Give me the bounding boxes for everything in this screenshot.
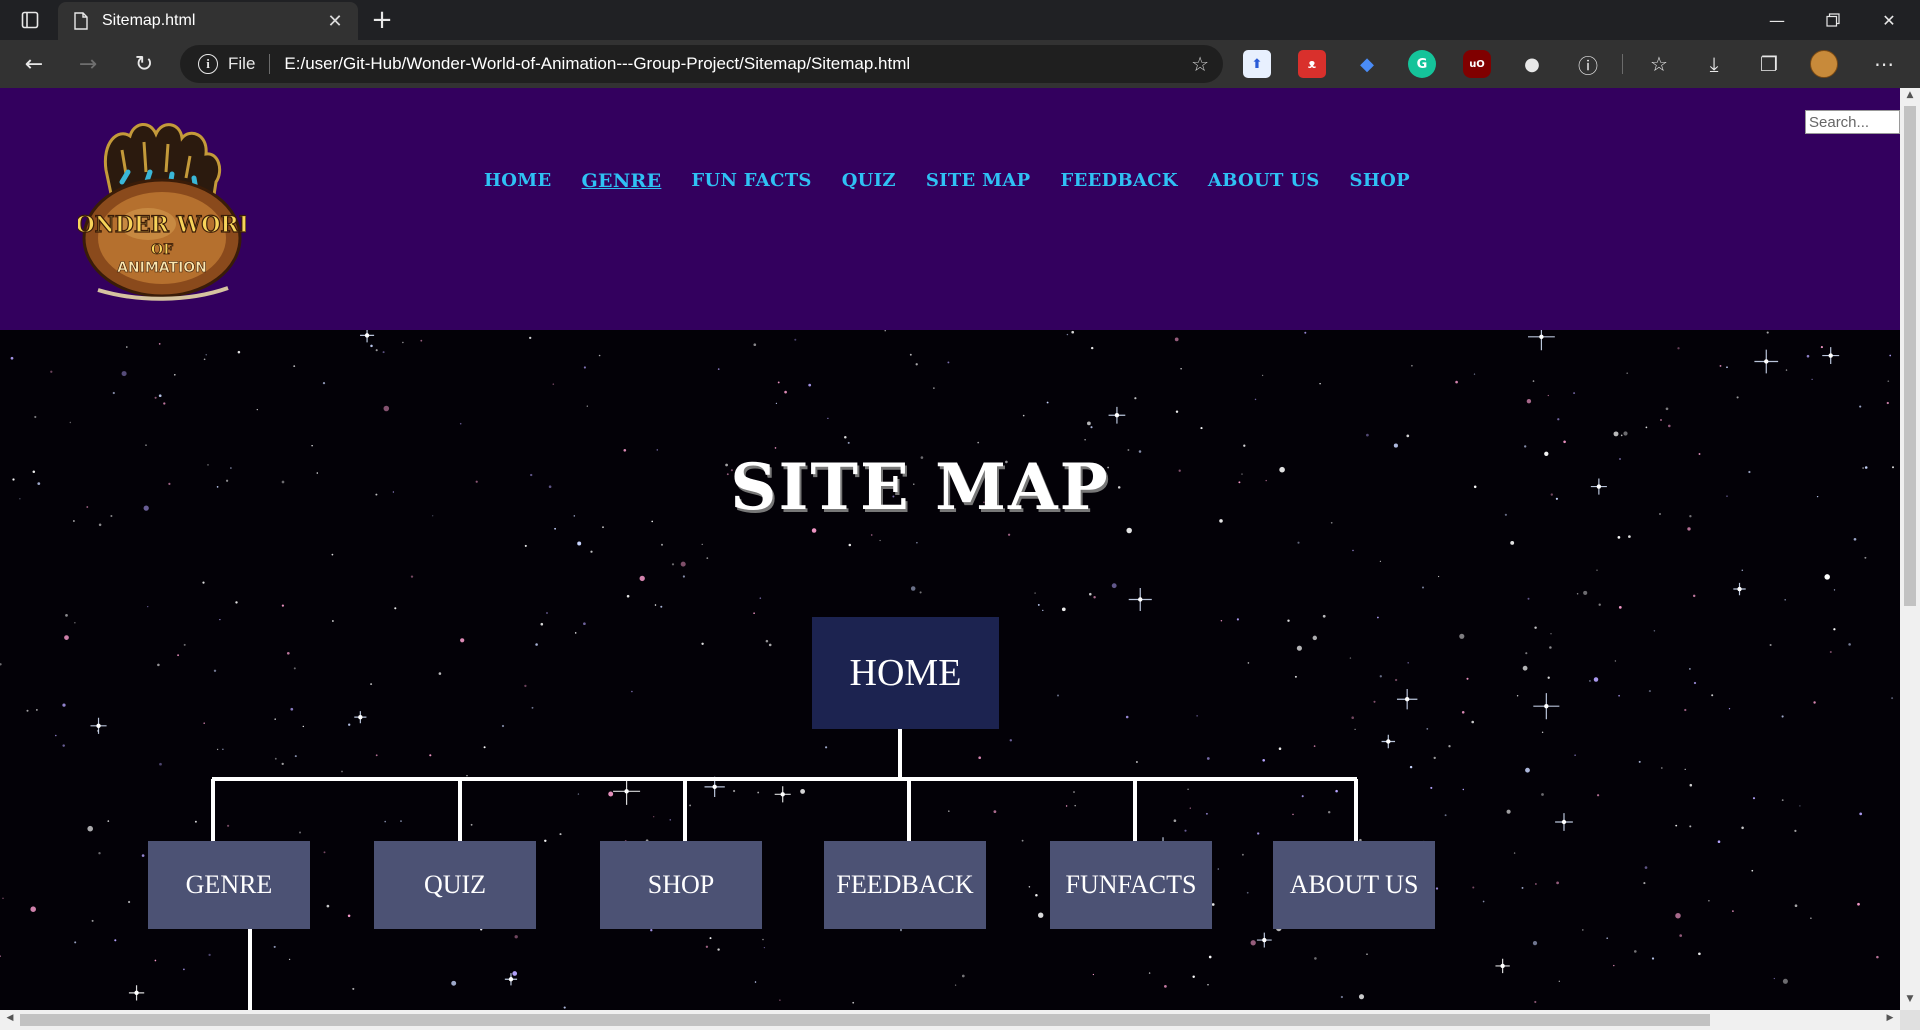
vertical-scroll-thumb[interactable] bbox=[1904, 106, 1916, 606]
sitemap-node-shop[interactable]: SHOP bbox=[600, 841, 762, 929]
ublock-extension-icon[interactable]: uO bbox=[1463, 50, 1491, 78]
nav-about-us-link[interactable]: ABOUT US bbox=[1208, 170, 1320, 192]
downloads-icon[interactable]: ⤓ bbox=[1698, 48, 1730, 80]
browser-toolbar: ← → ↻ i File E:/user/Git-Hub/Wonder-Worl… bbox=[0, 40, 1920, 88]
horizontal-scroll-thumb[interactable] bbox=[20, 1014, 1710, 1026]
close-tab-icon[interactable]: ✕ bbox=[324, 11, 346, 32]
vertical-scrollbar[interactable]: ▲ ▼ bbox=[1900, 88, 1920, 1010]
scheme-label: File bbox=[228, 54, 256, 73]
sitemap-node-genre[interactable]: GENRE bbox=[148, 841, 310, 929]
back-icon[interactable]: ← bbox=[18, 48, 50, 80]
file-icon bbox=[74, 12, 88, 30]
nav-fun-facts-link[interactable]: FUN FACTS bbox=[691, 170, 811, 192]
url-text[interactable]: E:/user/Git-Hub/Wonder-World-of-Animatio… bbox=[284, 54, 1191, 74]
forward-icon[interactable]: → bbox=[72, 48, 104, 80]
blue-extension-icon[interactable]: ◆ bbox=[1353, 50, 1381, 78]
nav-site-map-link[interactable]: SITE MAP bbox=[926, 170, 1031, 192]
site-header: WONDER WORLD OF ANIMATION HOME GENRE FUN… bbox=[0, 88, 1900, 330]
collections-icon[interactable]: ❐ bbox=[1753, 48, 1785, 80]
browser-tab-bar: Sitemap.html ✕ + — ✕ bbox=[0, 0, 1920, 40]
minimize-icon[interactable]: — bbox=[1750, 0, 1804, 40]
sitemap-node-quiz[interactable]: QUIZ bbox=[374, 841, 536, 929]
favorites-icon[interactable]: ☆ bbox=[1643, 48, 1675, 80]
starfield-section: SITE MAP HOME GENRE QUIZ SHOP FEEDBACK F… bbox=[0, 330, 1900, 1010]
sitemap-node-home[interactable]: HOME bbox=[812, 617, 999, 729]
browser-tab[interactable]: Sitemap.html ✕ bbox=[58, 2, 358, 40]
grammarly-extension-icon[interactable]: G bbox=[1408, 50, 1436, 78]
github-extension-icon[interactable]: ● bbox=[1518, 50, 1546, 78]
logo-text-line-2: OF bbox=[151, 242, 173, 258]
horizontal-scrollbar[interactable]: ◀ ▶ bbox=[0, 1010, 1900, 1030]
logo-text-line-1: WONDER WORLD bbox=[78, 212, 246, 238]
logo-text-line-3: ANIMATION bbox=[117, 260, 207, 276]
info-circle-icon[interactable]: ⓘ bbox=[1572, 48, 1604, 80]
nav-genre-link[interactable]: GENRE bbox=[582, 170, 662, 192]
site-logo[interactable]: WONDER WORLD OF ANIMATION bbox=[78, 112, 246, 302]
add-favorite-icon[interactable]: ☆ bbox=[1191, 52, 1209, 76]
sitemap-node-feedback[interactable]: FEEDBACK bbox=[824, 841, 986, 929]
main-nav: HOME GENRE FUN FACTS QUIZ SITE MAP FEEDB… bbox=[484, 170, 1440, 192]
close-window-icon[interactable]: ✕ bbox=[1862, 0, 1916, 40]
red-extension-icon[interactable]: ᴥ bbox=[1298, 50, 1326, 78]
more-menu-icon[interactable]: ⋯ bbox=[1868, 48, 1900, 80]
upload-extension-icon[interactable]: ⬆ bbox=[1243, 50, 1271, 78]
nav-home-link[interactable]: HOME bbox=[484, 170, 552, 192]
refresh-icon[interactable]: ↻ bbox=[128, 48, 160, 80]
new-tab-button[interactable]: + bbox=[368, 6, 396, 34]
nav-feedback-link[interactable]: FEEDBACK bbox=[1060, 170, 1177, 192]
tab-actions-icon[interactable] bbox=[14, 8, 46, 32]
restore-icon[interactable] bbox=[1806, 0, 1860, 40]
page-viewport: WONDER WORLD OF ANIMATION HOME GENRE FUN… bbox=[0, 88, 1900, 1010]
tab-title: Sitemap.html bbox=[102, 12, 196, 29]
search-input[interactable] bbox=[1805, 110, 1900, 134]
sitemap-node-funfacts[interactable]: FUNFACTS bbox=[1050, 841, 1212, 929]
nav-shop-link[interactable]: SHOP bbox=[1350, 170, 1410, 192]
profile-avatar[interactable] bbox=[1808, 48, 1840, 80]
info-icon[interactable]: i bbox=[198, 54, 218, 74]
nav-quiz-link[interactable]: QUIZ bbox=[842, 170, 896, 192]
sitemap-node-about-us[interactable]: ABOUT US bbox=[1273, 841, 1435, 929]
address-bar[interactable]: i File E:/user/Git-Hub/Wonder-World-of-A… bbox=[180, 45, 1223, 83]
